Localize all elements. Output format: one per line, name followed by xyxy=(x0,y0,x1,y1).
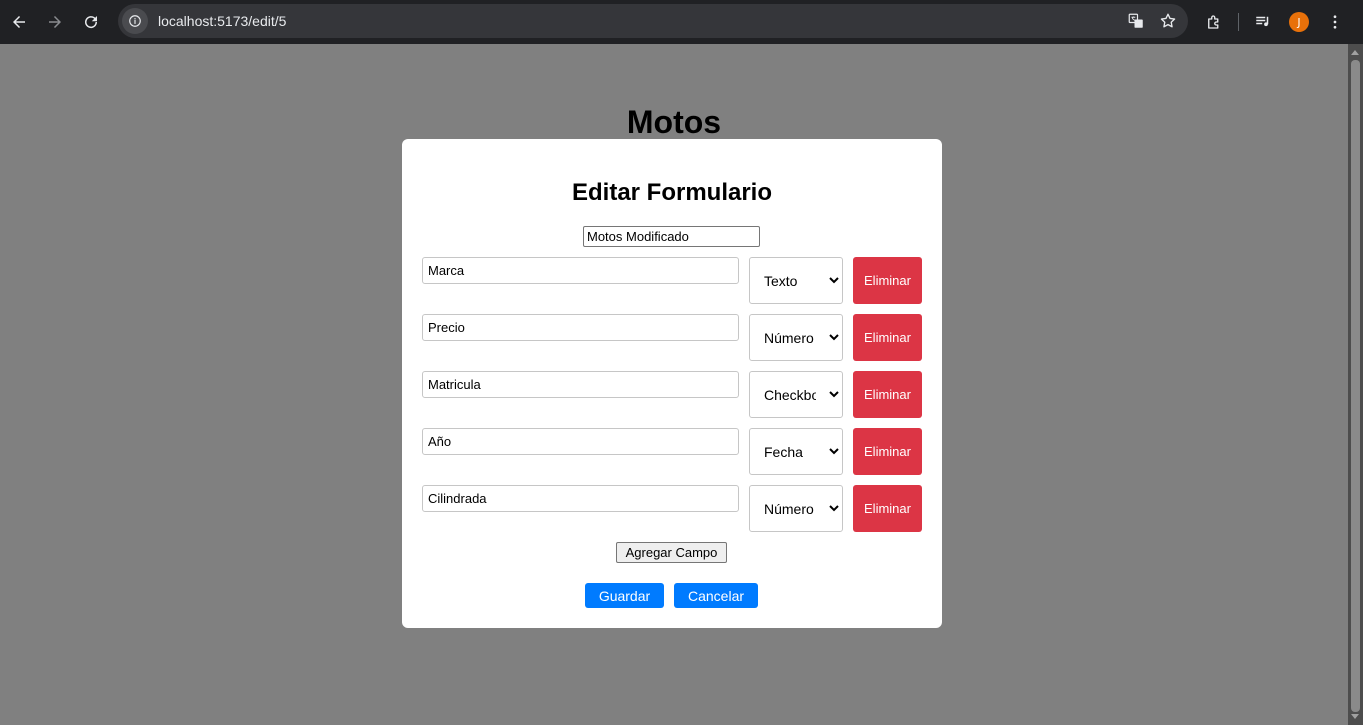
translate-button[interactable] xyxy=(1126,11,1146,31)
delete-field-button[interactable]: Eliminar xyxy=(853,428,922,475)
profile-button[interactable]: J xyxy=(1281,4,1317,40)
browser-actions: J xyxy=(1196,0,1353,44)
address-bar[interactable]: localhost:5173/edit/5 xyxy=(118,4,1188,38)
translate-icon xyxy=(1128,13,1143,28)
forward-button[interactable] xyxy=(37,4,73,40)
field-name-input[interactable] xyxy=(422,428,739,455)
back-button[interactable] xyxy=(1,4,37,40)
more-vert-icon xyxy=(1333,15,1337,29)
field-type-select[interactable]: Checkbox xyxy=(749,371,843,418)
arrow-left-icon xyxy=(13,16,25,28)
info-icon xyxy=(129,15,141,27)
field-type-select[interactable]: Texto xyxy=(749,257,843,304)
field-row: Checkbox Eliminar xyxy=(422,371,922,418)
site-info-button[interactable] xyxy=(122,8,148,34)
field-type-select[interactable]: Número xyxy=(749,485,843,532)
arrow-right-icon xyxy=(49,16,61,28)
field-name-input[interactable] xyxy=(422,371,739,398)
scroll-up-arrow[interactable] xyxy=(1351,50,1359,55)
field-type-select[interactable]: Número xyxy=(749,314,843,361)
vertical-scrollbar[interactable] xyxy=(1348,44,1363,725)
delete-field-button[interactable]: Eliminar xyxy=(853,371,922,418)
playlist-icon xyxy=(1256,16,1269,27)
extensions-button[interactable] xyxy=(1196,4,1232,40)
scroll-thumb[interactable] xyxy=(1351,60,1360,712)
save-button[interactable]: Guardar xyxy=(585,583,664,608)
delete-field-button[interactable]: Eliminar xyxy=(853,257,922,304)
edit-form-modal: Editar Formulario Texto Eliminar Número … xyxy=(402,139,942,628)
delete-field-button[interactable]: Eliminar xyxy=(853,314,922,361)
reload-button[interactable] xyxy=(73,4,109,40)
menu-button[interactable] xyxy=(1317,4,1353,40)
omnibox-actions xyxy=(1126,4,1178,38)
url-text[interactable]: localhost:5173/edit/5 xyxy=(158,13,286,29)
toolbar-divider xyxy=(1238,13,1239,31)
avatar: J xyxy=(1289,12,1309,32)
page-title: Motos xyxy=(626,104,722,140)
field-row: Fecha Eliminar xyxy=(422,428,922,475)
reload-icon xyxy=(85,16,98,29)
puzzle-icon xyxy=(1208,15,1219,29)
media-control-button[interactable] xyxy=(1245,4,1281,40)
field-type-select[interactable]: Fecha xyxy=(749,428,843,475)
bookmark-button[interactable] xyxy=(1158,11,1178,31)
cancel-button[interactable]: Cancelar xyxy=(674,583,758,608)
field-name-input[interactable] xyxy=(422,314,739,341)
star-icon xyxy=(1160,13,1176,28)
modal-title: Editar Formulario xyxy=(571,179,773,206)
field-row: Número Eliminar xyxy=(422,314,922,361)
browser-toolbar: localhost:5173/edit/5 J xyxy=(0,0,1363,44)
field-name-input[interactable] xyxy=(422,257,739,284)
form-name-input[interactable] xyxy=(583,226,760,247)
add-field-button[interactable]: Agregar Campo xyxy=(616,542,727,563)
scroll-down-arrow[interactable] xyxy=(1351,714,1359,719)
delete-field-button[interactable]: Eliminar xyxy=(853,485,922,532)
field-row: Número Eliminar xyxy=(422,485,922,532)
field-row: Texto Eliminar xyxy=(422,257,922,304)
field-name-input[interactable] xyxy=(422,485,739,512)
